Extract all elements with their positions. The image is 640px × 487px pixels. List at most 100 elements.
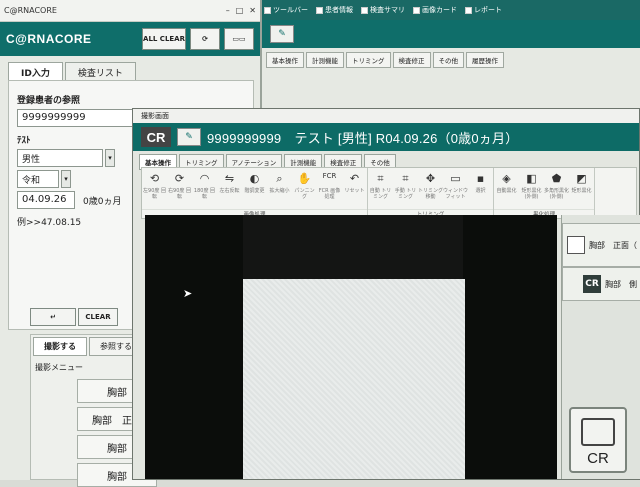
- tool-icon: ◠: [199, 172, 210, 185]
- toolbar-button[interactable]: ▭ ウィンドウ フィット: [443, 168, 468, 209]
- bg-tab-trimming[interactable]: トリミング: [346, 52, 391, 68]
- toolbar-button[interactable]: ◐ 階調変更: [242, 168, 267, 209]
- tool-label: パンニング: [294, 188, 315, 200]
- era-select[interactable]: 令和: [17, 170, 59, 188]
- thumbnail-label: 胸部 正面（: [589, 240, 637, 250]
- tool-icon: ↶: [349, 172, 360, 185]
- tool-label: 矩形黒化: [571, 188, 592, 194]
- edit-icon[interactable]: ✎: [177, 128, 201, 146]
- toolbar-button[interactable]: ⇋ 左右反転: [217, 168, 242, 209]
- chevron-down-icon[interactable]: ▾: [105, 149, 115, 167]
- tool-icon: ✥: [425, 172, 436, 185]
- tool-label: 多角形黒化 (外側): [544, 188, 570, 200]
- display-button[interactable]: ▭▭: [224, 28, 254, 50]
- cr-window: 撮影画面 CR ✎ 9999999999 テスト [男性] R04.09.26（…: [132, 108, 640, 480]
- tool-icon: ⌕: [276, 172, 283, 185]
- maximize-icon[interactable]: □: [236, 6, 244, 15]
- tool-label: ウィンドウ フィット: [443, 188, 469, 200]
- view-checkbox-bar: ツールバー 患者情報 検査サマリ 画像カード レポート: [262, 0, 640, 20]
- toolbar-group-2: ◈自動黒化◧矩形黒化 (外側)⬟多角形黒化 (外側)◩矩形黒化黒化処理: [494, 168, 595, 218]
- toolbar-button[interactable]: ⬟ 多角形黒化 (外側): [544, 168, 569, 209]
- bg-tab-exam-fix[interactable]: 検査修正: [392, 52, 431, 68]
- tool-label: 拡大縮小: [269, 188, 290, 194]
- tool-label: 選択: [475, 188, 486, 194]
- tab-exam-list[interactable]: 検査リスト: [64, 62, 136, 82]
- cr-shoot-label: CR: [587, 450, 609, 467]
- all-clear-button[interactable]: ALL CLEAR: [142, 28, 186, 50]
- tool-icon: ◧: [526, 172, 537, 185]
- bg-tab-other[interactable]: その他: [432, 52, 464, 68]
- toolbar-button[interactable]: ⟳ 右90度 回転: [167, 168, 192, 209]
- toolbar-button[interactable]: ✋ パンニング: [292, 168, 317, 209]
- tool-label: 右90度 回転: [168, 188, 191, 200]
- tool-label: FCR 画像 処理: [318, 188, 341, 200]
- tool-label: 180度 回転: [193, 188, 216, 200]
- bg-tab-measure[interactable]: 計測機能: [306, 52, 344, 68]
- bg-tabs: 基本操作 計測機能 トリミング 検査修正 その他 履歴操作: [262, 48, 640, 72]
- toolbar-button[interactable]: ⟲ 左90度 回転: [142, 168, 167, 209]
- monitor-icon: ▭▭: [232, 35, 246, 43]
- tool-icon: ⇋: [224, 172, 235, 185]
- tool-label: 自動黒化: [496, 188, 517, 194]
- patient-info: 9999999999 テスト [男性] R04.09.26（0歳0ヵ月）: [207, 130, 519, 146]
- toolbar-group-1: ⌗ 自動 トリミング ⌗ 手動 トリミング ✥ トリミング 移動 ▭ ウィンドウ フィット ▪ 選…: [368, 168, 494, 218]
- thumbnail-1[interactable]: 胸部 正面（: [562, 223, 640, 267]
- tool-icon: ◈: [502, 172, 511, 185]
- toolbar-button[interactable]: ◈ 自動黒化: [494, 168, 519, 209]
- left-tabs: ID入力 検査リスト: [0, 56, 260, 82]
- thumbnail-2[interactable]: CR 胸部 側: [562, 267, 640, 301]
- toolbar-button[interactable]: ⌕ 拡大縮小: [267, 168, 292, 209]
- section-label: 登録患者の参照: [17, 96, 81, 106]
- xray-image[interactable]: [243, 279, 465, 479]
- checkbox-exam-summary[interactable]: 検査サマリ: [361, 5, 405, 15]
- checkbox-image-card[interactable]: 画像カード: [413, 5, 457, 15]
- cr-shoot-button[interactable]: CR: [569, 407, 627, 473]
- birthdate-field[interactable]: 04.09.26: [17, 191, 75, 209]
- enter-button[interactable]: ↵: [30, 308, 76, 326]
- tab-shoot[interactable]: 撮影する: [33, 337, 87, 356]
- toolbar-button[interactable]: ↶ リセット: [342, 168, 367, 209]
- clear-button[interactable]: CLEAR: [78, 308, 118, 326]
- tool-icon: ▭: [450, 172, 461, 185]
- mouse-cursor-icon: ➤: [183, 287, 193, 300]
- tool-label: 階調変更: [244, 188, 265, 194]
- tool-label: 手動 トリミング: [394, 188, 417, 200]
- thumbnail-label: 胸部 側: [605, 279, 637, 289]
- tool-label: 矩形黒化 (外側): [521, 188, 542, 200]
- bg-tab-basic[interactable]: 基本操作: [266, 52, 304, 68]
- tool-label: 左90度 回転: [143, 188, 166, 200]
- checkbox-toolbar[interactable]: ツールバー: [264, 5, 308, 15]
- toolbar-group-0: ⟲ 左90度 回転 ⟳ 右90度 回転 ◠ 180度 回転 ⇋ 左右反転 ◐ 階調変更 ⌕ 拡大縮小 ✋…: [142, 168, 368, 218]
- toolbar-button[interactable]: FCR FCR 画像 処理: [317, 168, 342, 209]
- toolbar-button[interactable]: ◧ 矩形黒化 (外側): [519, 168, 544, 209]
- toolbar-button[interactable]: ⌗ 自動 トリミング: [368, 168, 393, 209]
- xray-image-top: [243, 215, 463, 279]
- close-icon[interactable]: ✕: [249, 6, 256, 15]
- tab-id-input[interactable]: ID入力: [8, 62, 63, 82]
- cassette-icon: [581, 418, 615, 446]
- toolbar-button[interactable]: ◠ 180度 回転: [192, 168, 217, 209]
- edit-icon[interactable]: ✎: [270, 25, 294, 43]
- cr-window-title: 撮影画面: [133, 109, 639, 123]
- sex-select[interactable]: 男性: [17, 149, 103, 167]
- window-controls[interactable]: – □ ✕: [226, 6, 256, 15]
- brand-logo: C@RNACORE: [6, 32, 92, 46]
- checkbox-report[interactable]: レポート: [465, 5, 502, 15]
- minimize-icon[interactable]: –: [226, 6, 230, 15]
- image-viewer[interactable]: ➤: [145, 215, 557, 479]
- tool-icon: ◩: [576, 172, 587, 185]
- image-thumb-icon: [567, 236, 585, 254]
- tool-icon: ⟳: [174, 172, 185, 185]
- cr-mini-icon: CR: [583, 275, 601, 293]
- refresh-button[interactable]: ⟳: [190, 28, 220, 50]
- tool-label: 左右反転: [219, 188, 240, 194]
- chevron-down-icon[interactable]: ▾: [61, 170, 71, 188]
- toolbar-button[interactable]: ✥ トリミング 移動: [418, 168, 443, 209]
- image-toolbar: ⟲ 左90度 回転 ⟳ 右90度 回転 ◠ 180度 回転 ⇋ 左右反転 ◐ 階調変更 ⌕ 拡大縮小 ✋…: [141, 167, 637, 219]
- toolbar-button[interactable]: ⌗ 手動 トリミング: [393, 168, 418, 209]
- toolbar-button[interactable]: ▪ 選択: [468, 168, 493, 209]
- toolbar-button[interactable]: ◩ 矩形黒化: [569, 168, 594, 209]
- checkbox-patient-info[interactable]: 患者情報: [316, 5, 353, 15]
- bg-tab-history[interactable]: 履歴操作: [466, 52, 504, 68]
- cr-badge: CR: [141, 127, 171, 147]
